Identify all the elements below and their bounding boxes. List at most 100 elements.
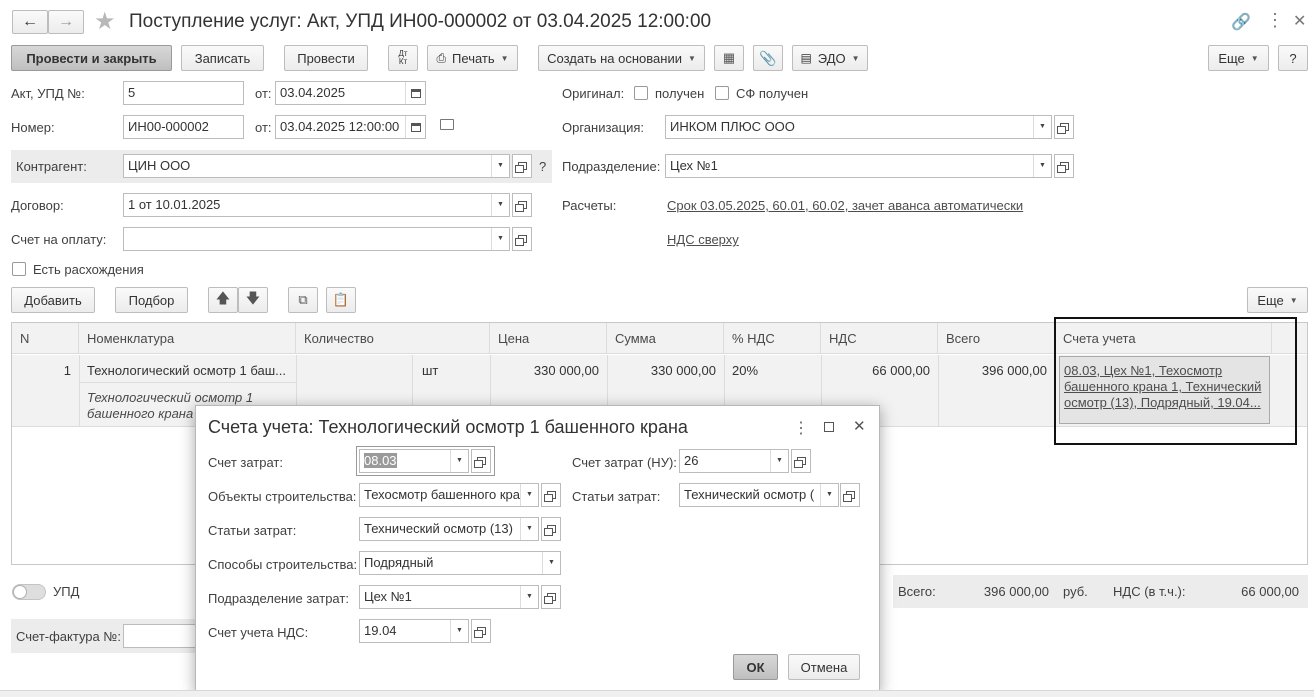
number-input[interactable]: ИН00-000002: [123, 115, 244, 139]
chevron-down-icon[interactable]: ▼: [491, 155, 509, 177]
chevron-down-icon[interactable]: ▼: [820, 484, 838, 506]
discrepancies-checkbox[interactable]: [12, 262, 26, 276]
col-header-price[interactable]: Цена: [490, 323, 607, 354]
vat-account-label: Счет учета НДС:: [208, 625, 309, 640]
organization-input[interactable]: ИНКОМ ПЛЮС ООО ▼: [665, 115, 1052, 139]
chevron-down-icon[interactable]: ▼: [1033, 155, 1051, 177]
maximize-icon[interactable]: [824, 422, 834, 432]
chevron-down-icon[interactable]: ▼: [1033, 116, 1051, 138]
attach-button[interactable]: 📎: [753, 45, 783, 71]
chevron-down-icon[interactable]: ▼: [770, 450, 788, 472]
close-icon[interactable]: ✕: [853, 417, 866, 435]
sf-received-checkbox[interactable]: [715, 86, 729, 100]
close-icon[interactable]: ✕: [1293, 11, 1306, 31]
cancel-button[interactable]: Отмена: [788, 654, 860, 680]
objects-input[interactable]: Техосмотр башенного кра ▼: [359, 483, 539, 507]
cell-sum[interactable]: 330 000,00: [607, 363, 716, 378]
cell-vat-rate[interactable]: 20%: [732, 363, 758, 378]
number-date-input[interactable]: 03.04.2025 12:00:00: [275, 115, 426, 139]
invoice-open-button[interactable]: [512, 227, 532, 251]
favorite-star-icon[interactable]: ★: [94, 7, 116, 36]
chevron-down-icon[interactable]: ▼: [450, 620, 468, 642]
invoice-number-input[interactable]: [123, 624, 203, 648]
cell-price[interactable]: 330 000,00: [490, 363, 599, 378]
col-header-qty[interactable]: Количество: [296, 323, 490, 354]
contract-open-button[interactable]: [512, 193, 532, 217]
help-button[interactable]: ?: [1278, 45, 1308, 71]
chevron-down-icon[interactable]: ▼: [520, 586, 538, 608]
invoice-input[interactable]: ▼: [123, 227, 510, 251]
pick-button[interactable]: Подбор: [115, 287, 188, 313]
cost-account-nu-input[interactable]: 26 ▼: [679, 449, 789, 473]
edo-button[interactable]: ▤ ЭДО ▼: [792, 45, 868, 71]
division-input[interactable]: Цех №1 ▼: [665, 154, 1052, 178]
cost-items-input[interactable]: Технический осмотр (13) ▼: [359, 517, 539, 541]
col-header-vat[interactable]: НДС: [821, 323, 938, 354]
table-more-button[interactable]: Еще ▼: [1247, 287, 1308, 313]
vat-mode-link[interactable]: НДС сверху: [667, 232, 739, 247]
more-button[interactable]: Еще ▼: [1208, 45, 1269, 71]
paste-button[interactable]: 📋: [326, 287, 356, 313]
open-form-icon: [543, 525, 556, 536]
division-open-button[interactable]: [1054, 154, 1074, 178]
cell-item[interactable]: Технологический осмотр 1 баш...: [87, 363, 286, 378]
chevron-down-icon[interactable]: ▼: [520, 518, 538, 540]
back-button[interactable]: ←: [12, 10, 48, 34]
vat-account-input[interactable]: 19.04 ▼: [359, 619, 469, 643]
kebab-menu-icon[interactable]: ⋮: [793, 418, 809, 438]
calendar-icon[interactable]: [405, 116, 425, 138]
chevron-down-icon[interactable]: ▼: [491, 194, 509, 216]
number-label: Номер:: [11, 120, 55, 135]
cost-account-nu-open-button[interactable]: [791, 449, 811, 473]
create-based-on-button[interactable]: Создать на основании ▼: [538, 45, 705, 71]
act-date-input[interactable]: 03.04.2025: [275, 81, 426, 105]
col-header-item[interactable]: Номенклатура: [79, 323, 296, 354]
objects-open-button[interactable]: [541, 483, 561, 507]
chevron-down-icon[interactable]: ▼: [491, 228, 509, 250]
move-down-button[interactable]: 🡇: [238, 287, 268, 313]
original-received-checkbox[interactable]: [634, 86, 648, 100]
settlements-link[interactable]: Срок 03.05.2025, 60.01, 60.02, зачет ава…: [667, 198, 1023, 213]
print-button[interactable]: ⎙ Печать ▼: [427, 45, 518, 71]
post-button[interactable]: Провести: [284, 45, 368, 71]
move-up-button[interactable]: 🡅: [208, 287, 238, 313]
vat-account-open-button[interactable]: [471, 619, 491, 643]
cost-items-nu-input[interactable]: Технический осмотр ( ▼: [679, 483, 839, 507]
calendar-icon[interactable]: [405, 82, 425, 104]
structure-button[interactable]: ▦: [714, 45, 744, 71]
history-icon[interactable]: [440, 119, 454, 130]
chevron-down-icon[interactable]: ▼: [520, 484, 538, 506]
col-header-vat-rate[interactable]: % НДС: [724, 323, 821, 354]
counterparty-input[interactable]: ЦИН ООО ▼: [123, 154, 510, 178]
link-icon[interactable]: 🔗: [1231, 12, 1251, 32]
cost-division-open-button[interactable]: [541, 585, 561, 609]
chevron-down-icon[interactable]: ▼: [542, 552, 560, 574]
forward-button[interactable]: →: [48, 10, 84, 34]
cost-items-open-button[interactable]: [541, 517, 561, 541]
cell-vat[interactable]: 66 000,00: [821, 363, 930, 378]
copy-button[interactable]: ⧉: [288, 287, 318, 313]
cost-items-nu-open-button[interactable]: [840, 483, 860, 507]
save-button[interactable]: Записать: [181, 45, 264, 71]
kebab-menu-icon[interactable]: ⋮: [1266, 10, 1284, 31]
ok-button[interactable]: ОК: [733, 654, 778, 680]
counterparty-open-button[interactable]: [512, 154, 532, 178]
upd-toggle[interactable]: [12, 584, 46, 600]
contract-input[interactable]: 1 от 10.01.2025 ▼: [123, 193, 510, 217]
cell-unit[interactable]: шт: [422, 363, 438, 378]
col-header-n[interactable]: N: [12, 323, 79, 354]
construction-methods-input[interactable]: Подрядный ▼: [359, 551, 561, 575]
cost-account-input[interactable]: 08.03 ▼: [359, 449, 469, 473]
counterparty-help[interactable]: ?: [539, 159, 546, 175]
cost-division-input[interactable]: Цех №1 ▼: [359, 585, 539, 609]
dt-kt-button[interactable]: Дт Кт: [388, 45, 418, 71]
col-header-total[interactable]: Всего: [938, 323, 1055, 354]
chevron-down-icon[interactable]: ▼: [450, 450, 468, 472]
col-header-sum[interactable]: Сумма: [607, 323, 724, 354]
add-row-button[interactable]: Добавить: [11, 287, 95, 313]
act-number-input[interactable]: 5: [123, 81, 244, 105]
organization-open-button[interactable]: [1054, 115, 1074, 139]
post-and-close-button[interactable]: Провести и закрыть: [11, 45, 172, 71]
cost-account-open-button[interactable]: [471, 449, 491, 473]
cell-total[interactable]: 396 000,00: [938, 363, 1047, 378]
